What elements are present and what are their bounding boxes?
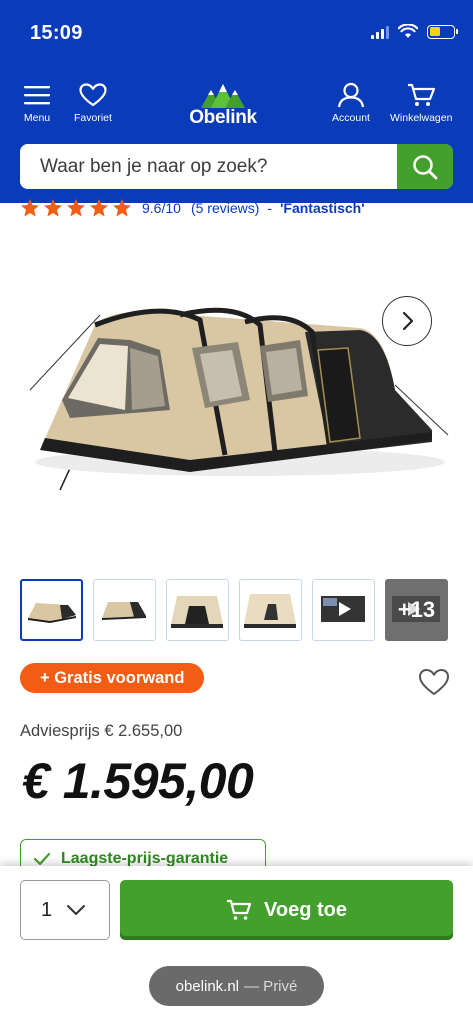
status-bar: 15:09	[0, 0, 473, 70]
add-to-cart-button[interactable]: Voeg toe	[120, 880, 453, 940]
chevron-right-icon	[402, 311, 414, 331]
browser-mode: — Privé	[244, 977, 298, 995]
heart-icon	[79, 83, 107, 107]
next-image-button[interactable]	[382, 296, 432, 346]
tent-thumbnail-icon	[102, 602, 146, 620]
obelink-logo[interactable]: Obelink	[181, 82, 265, 128]
heart-outline-icon	[419, 669, 449, 695]
favorites-label: Favoriet	[74, 112, 112, 124]
menu-button[interactable]: Menu	[22, 82, 52, 124]
add-to-cart-label: Voeg toe	[264, 898, 347, 921]
checkmark-icon	[33, 852, 51, 866]
status-icons	[371, 24, 458, 39]
logo-text: Obelink	[189, 107, 257, 128]
quantity-select[interactable]: 1	[20, 880, 110, 940]
star-icon	[21, 199, 39, 217]
add-to-wishlist-button[interactable]	[417, 666, 451, 698]
cart-button[interactable]: Winkelwagen	[390, 82, 452, 124]
thumbnail-2[interactable]	[93, 579, 156, 641]
quantity-value: 1	[41, 898, 53, 921]
logo-mountains-icon	[201, 84, 245, 108]
rating-score: 9.6/10	[142, 200, 181, 216]
browser-domain: obelink.nl	[175, 977, 240, 995]
favorites-button[interactable]: Favoriet	[74, 82, 112, 124]
star-icon	[67, 199, 85, 217]
tent-interior-icon	[244, 594, 296, 628]
site-header: 15:09 Menu Favoriet Obelink Account Wink…	[0, 0, 473, 203]
search-button[interactable]	[397, 144, 453, 189]
menu-label: Menu	[23, 112, 51, 124]
wifi-icon	[398, 24, 418, 38]
cart-icon	[408, 83, 436, 106]
video-play-icon	[321, 596, 365, 622]
tent-image	[29, 307, 449, 491]
account-button[interactable]: Account	[331, 82, 371, 124]
more-images-label: +13	[397, 597, 436, 622]
list-price: Adviesprijs € 2.655,00	[20, 722, 183, 740]
account-label: Account	[332, 112, 370, 124]
browser-url-pill[interactable]: obelink.nl — Privé	[149, 966, 324, 1006]
thumbnail-3[interactable]	[166, 579, 229, 641]
search-input[interactable]	[20, 144, 397, 189]
thumbnail-more[interactable]: +13	[385, 579, 448, 641]
thumbnail-1[interactable]	[20, 579, 83, 641]
rating-separator: -	[267, 200, 273, 216]
status-time: 15:09	[30, 22, 83, 44]
cart-label: Winkelwagen	[390, 112, 453, 124]
rating-summary[interactable]: 9.6/10 (5 reviews) - 'Fantastisch'	[20, 198, 365, 218]
sticky-cart-bar: 1 Voeg toe obelink.nl — Privé	[0, 866, 473, 1024]
cellular-signal-icon	[371, 25, 389, 39]
hamburger-icon	[24, 86, 50, 105]
thumbnail-4[interactable]	[239, 579, 302, 641]
rating-word: 'Fantastisch'	[280, 200, 365, 216]
search-bar	[20, 144, 453, 189]
star-icon	[44, 199, 62, 217]
product-image[interactable]	[0, 240, 473, 560]
chevron-down-icon	[67, 905, 86, 915]
battery-icon	[427, 24, 458, 39]
thumbnail-video[interactable]	[312, 579, 375, 641]
star-icon	[113, 199, 131, 217]
tent-interior-icon	[171, 596, 223, 628]
cart-icon	[227, 899, 252, 920]
star-icon	[90, 199, 108, 217]
tent-thumbnail-icon	[28, 603, 76, 623]
rating-stars	[20, 198, 132, 218]
promo-badge: + Gratis voorwand	[20, 663, 205, 693]
search-icon	[413, 154, 438, 179]
rating-reviews[interactable]: (5 reviews)	[191, 200, 259, 216]
user-icon	[337, 82, 365, 108]
sale-price: € 1.595,00	[22, 753, 254, 809]
header-nav: Menu Favoriet Obelink Account Winkelwage…	[0, 82, 473, 132]
